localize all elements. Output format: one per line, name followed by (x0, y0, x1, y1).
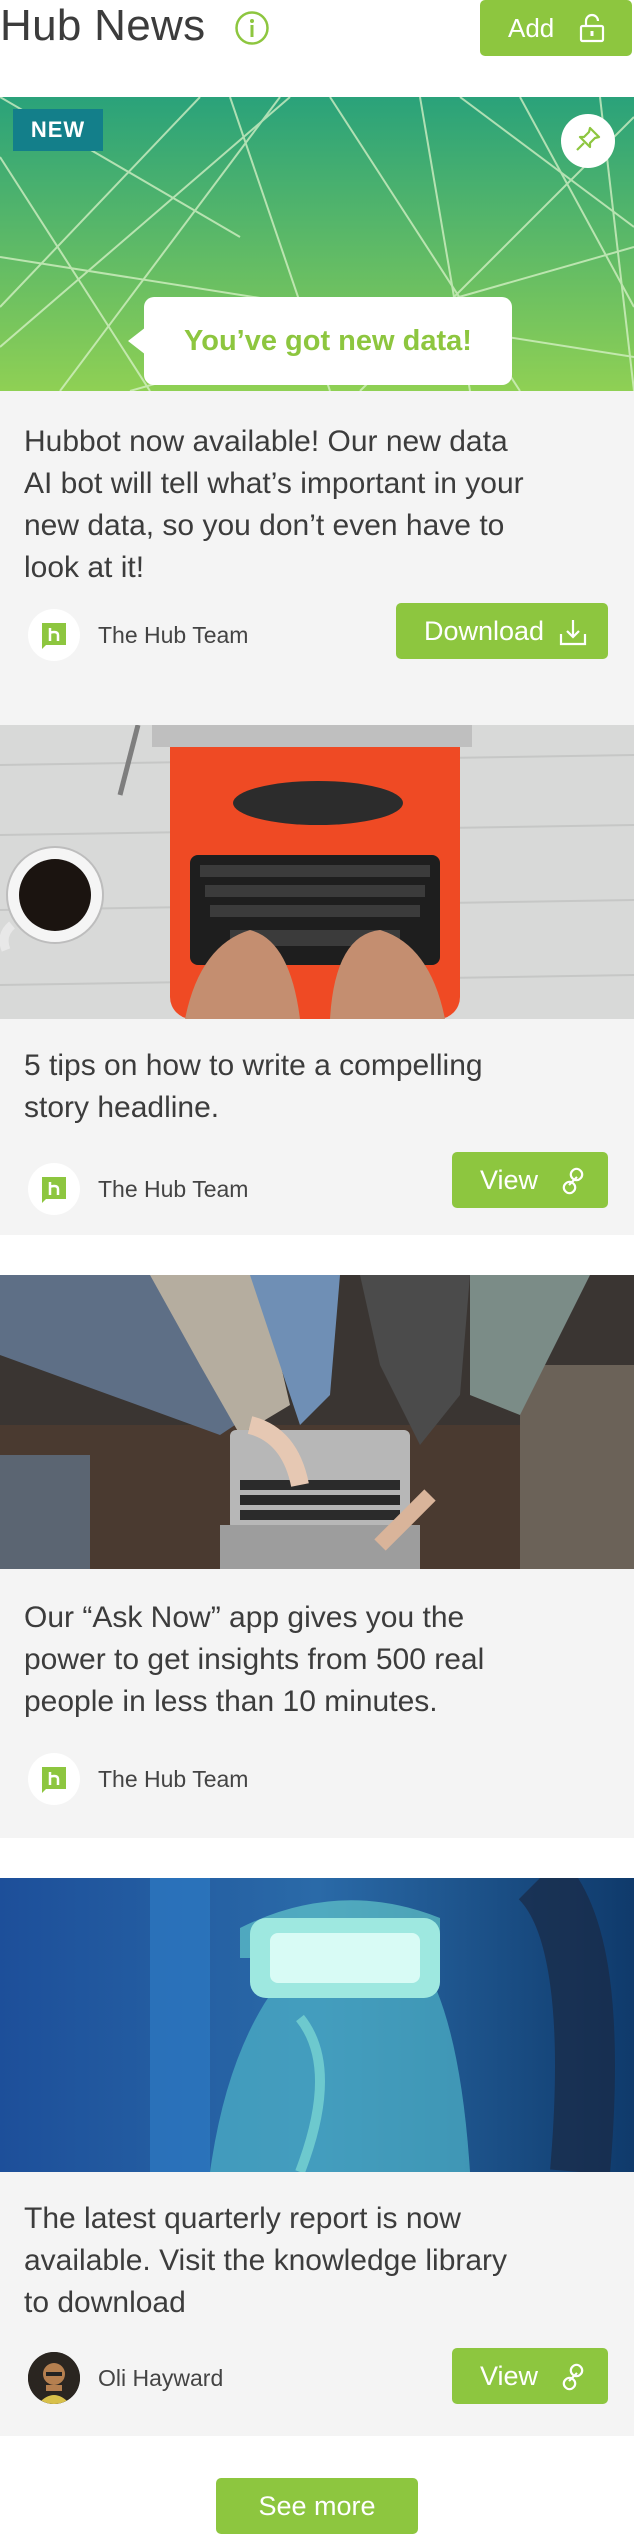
pin-button[interactable] (561, 114, 615, 168)
lock-icon (578, 13, 606, 43)
news-card-ask-now: Our “Ask Now” app gives you the power to… (0, 1275, 634, 1838)
card-text-line: Our “Ask Now” app gives you the (24, 1601, 465, 1634)
new-badge: NEW (13, 109, 103, 151)
card-text: The latest quarterly report is now avail… (24, 2198, 614, 2324)
author: The Hub Team (28, 609, 248, 661)
card-text-line: story headline. (24, 1091, 220, 1124)
see-more-button[interactable]: See more (216, 2478, 418, 2534)
card-text-line: available. Visit the knowledge library (24, 2244, 508, 2277)
author-name: The Hub Team (98, 621, 249, 648)
laptop-photo (0, 1275, 634, 1569)
author: The Hub Team (28, 1753, 248, 1805)
pin-icon (573, 124, 603, 159)
view-button[interactable]: View (452, 1152, 608, 1208)
author: The Hub Team (28, 1163, 248, 1215)
author: Oli Hayward (28, 2352, 223, 2404)
avatar (28, 2352, 80, 2404)
author-name: The Hub Team (98, 1175, 249, 1202)
header: Hub News Add (0, 0, 634, 97)
card-text-line: power to get insights from 500 real (24, 1643, 485, 1676)
vr-headset-photo (0, 1878, 634, 2172)
news-card-hubbot: NEW You’ve got new data! Hubbot now avai… (0, 97, 634, 725)
news-card-quarterly-report: The latest quarterly report is now avail… (0, 1878, 634, 2436)
author-name: The Hub Team (98, 1765, 249, 1792)
card-text-line: look at it! (24, 551, 145, 584)
typewriter-photo (0, 725, 634, 1019)
page-title: Hub News (0, 1, 206, 50)
card-text-line: new data, so you don’t even have to (24, 509, 505, 542)
news-card-headline-tips: 5 tips on how to write a compelling stor… (0, 725, 634, 1235)
hub-logo-icon (28, 1753, 80, 1805)
card-text-line: Hubbot now available! Our new data (24, 425, 508, 458)
download-icon (558, 617, 588, 647)
card-text-line: people in less than 10 minutes. (24, 1685, 438, 1718)
view-button-label: View (480, 1164, 539, 1195)
add-button-label: Add (508, 12, 555, 43)
data-notification-bubble: You’ve got new data! (128, 297, 512, 385)
view-button[interactable]: View (452, 2348, 608, 2404)
card-text-line: AI bot will tell what’s important in you… (24, 467, 524, 500)
link-icon (558, 1166, 588, 1196)
link-icon (558, 2362, 588, 2392)
info-icon[interactable] (234, 10, 270, 46)
view-button-label: View (480, 2360, 539, 2391)
card-text: Hubbot now available! Our new data AI bo… (24, 421, 614, 589)
download-button-label: Download (424, 615, 545, 646)
add-button[interactable]: Add (480, 0, 632, 56)
card-text-line: The latest quarterly report is now (24, 2202, 461, 2235)
hub-logo-icon (28, 1163, 80, 1215)
card-text: Our “Ask Now” app gives you the power to… (24, 1597, 614, 1723)
author-name: Oli Hayward (98, 2364, 224, 2391)
download-button[interactable]: Download (396, 603, 608, 659)
card-text: 5 tips on how to write a compelling stor… (24, 1045, 614, 1129)
card-text-line: to download (24, 2286, 186, 2319)
card-banner-image: NEW You’ve got new data! (0, 97, 634, 391)
card-text-line: 5 tips on how to write a compelling (24, 1049, 483, 1082)
hub-logo-icon (28, 609, 80, 661)
